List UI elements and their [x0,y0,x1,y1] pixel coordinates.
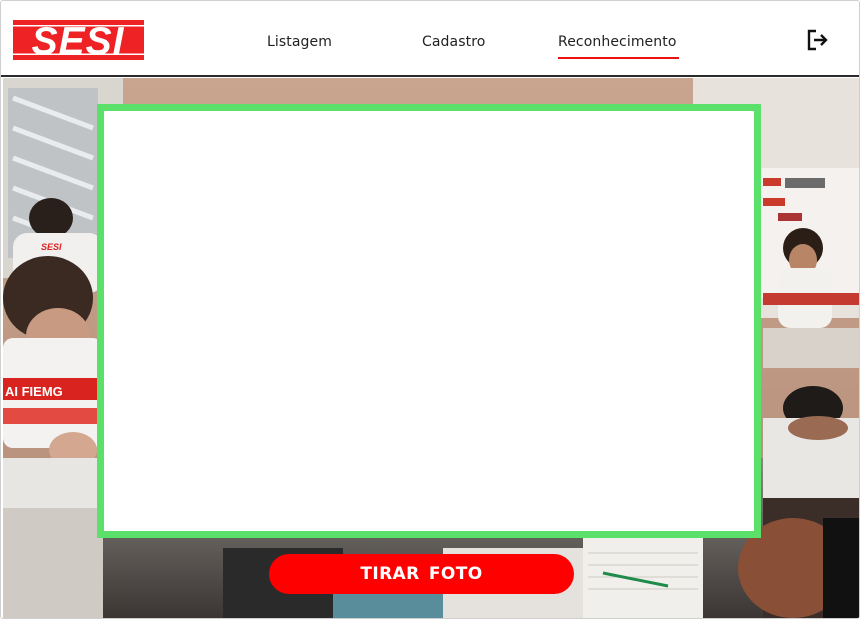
nav-cadastro[interactable]: Cadastro [422,34,485,54]
capture-frame [97,104,761,538]
nav-listagem[interactable]: Listagem [267,34,332,54]
nav-reconhecimento[interactable]: Reconhecimento [558,34,678,59]
svg-text:SESI: SESI [41,242,62,252]
top-navbar: SESI Listagem Cadastro Reconhecimento [1,1,859,77]
shirt-text: AI FIEMG [5,384,63,399]
svg-text:SESI: SESI [32,20,125,60]
take-photo-button[interactable]: TIRAR FOTO [269,554,574,594]
sesi-logo[interactable]: SESI [13,20,144,60]
logout-icon[interactable] [806,28,830,52]
app-window: SESI Listagem Cadastro Reconhecimento SE… [0,0,860,619]
